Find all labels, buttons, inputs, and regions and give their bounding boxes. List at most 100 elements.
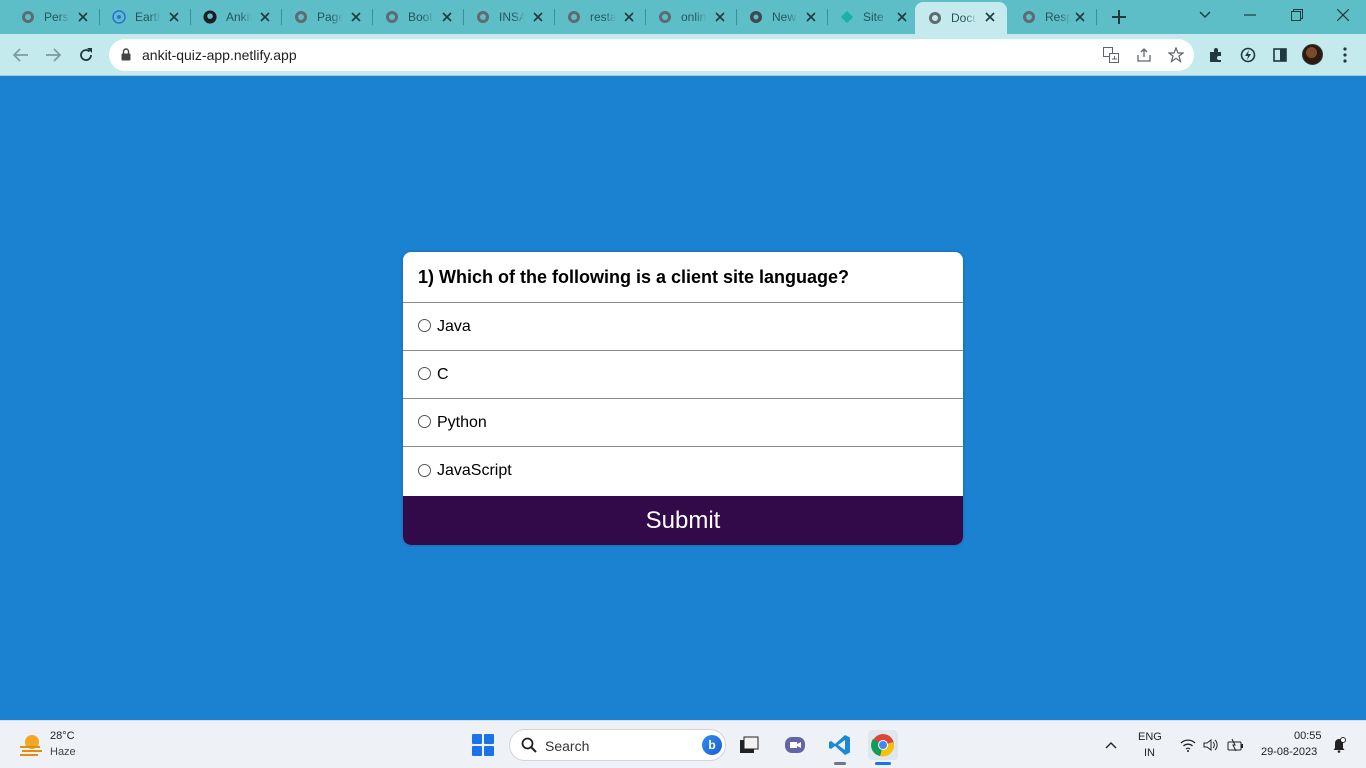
option-label[interactable]: JavaScript: [437, 462, 512, 480]
close-icon[interactable]: [713, 10, 727, 24]
option-python[interactable]: Python: [403, 399, 963, 447]
globe-icon: [658, 10, 672, 24]
input-language[interactable]: ENG: [1138, 731, 1162, 743]
globe-icon: [21, 10, 35, 24]
task-view-icon[interactable]: [734, 730, 764, 760]
tab-search-chevron-icon[interactable]: [1193, 4, 1217, 26]
globe-icon: [294, 10, 308, 24]
close-icon[interactable]: [167, 10, 181, 24]
tab-title: Docu: [951, 11, 977, 25]
tab-resta[interactable]: resta: [546, 0, 646, 34]
globe-icon: [385, 10, 399, 24]
close-icon[interactable]: [983, 10, 997, 24]
earth-engine-icon: [112, 10, 126, 24]
github-icon: [203, 10, 217, 24]
quiz-card: 1) Which of the following is a client si…: [403, 252, 963, 545]
option-label[interactable]: Python: [437, 414, 487, 432]
kebab-menu-icon[interactable]: [1335, 45, 1355, 65]
option-javascript[interactable]: JavaScript: [403, 447, 963, 495]
radio-button[interactable]: [418, 367, 431, 380]
tab-site[interactable]: Site: [819, 0, 919, 34]
chrome-icon[interactable]: [868, 730, 898, 765]
close-icon[interactable]: [895, 10, 909, 24]
wifi-icon[interactable]: [1180, 737, 1196, 753]
weather-temp[interactable]: 28°C: [50, 730, 75, 742]
question-text: 1) Which of the following is a client si…: [403, 252, 963, 303]
new-tab-button[interactable]: [1110, 8, 1128, 26]
close-icon[interactable]: [349, 10, 363, 24]
windows-start-icon[interactable]: [472, 734, 494, 756]
option-label[interactable]: C: [437, 366, 449, 384]
reload-icon[interactable]: [76, 45, 96, 65]
volume-icon[interactable]: [1203, 737, 1219, 753]
option-label[interactable]: Java: [437, 318, 471, 336]
chevron-up-icon[interactable]: [1103, 737, 1119, 753]
tab-title: Resp: [1045, 10, 1071, 24]
haze-weather-icon[interactable]: [18, 732, 44, 758]
radio-button[interactable]: [418, 415, 431, 428]
clock-time[interactable]: 00:55: [1294, 730, 1322, 742]
forward-arrow-icon[interactable]: [43, 45, 63, 65]
close-icon[interactable]: [76, 10, 90, 24]
performance-icon[interactable]: [1238, 45, 1258, 65]
battery-icon[interactable]: [1227, 737, 1243, 753]
globe-icon: [1022, 10, 1036, 24]
option-java[interactable]: Java: [403, 303, 963, 351]
clock-date[interactable]: 29-08-2023: [1261, 746, 1317, 758]
close-window-icon[interactable]: [1331, 4, 1355, 26]
close-icon[interactable]: [258, 10, 272, 24]
vscode-icon[interactable]: [825, 730, 855, 765]
close-icon[interactable]: [622, 10, 636, 24]
back-arrow-icon[interactable]: [11, 45, 31, 65]
bookmark-star-icon[interactable]: [1168, 47, 1184, 63]
minimize-icon[interactable]: [1238, 4, 1262, 26]
tab-boot[interactable]: Boot: [364, 0, 464, 34]
tab-ankit[interactable]: Ankit: [182, 0, 282, 34]
tab-perso[interactable]: Perso: [0, 0, 100, 34]
bing-icon[interactable]: b: [702, 735, 722, 755]
tab-title: Perso: [44, 10, 70, 24]
search-icon: [521, 737, 537, 758]
close-icon[interactable]: [804, 10, 818, 24]
tab-title: Boot: [408, 10, 433, 24]
lock-icon[interactable]: [121, 48, 131, 66]
tab-earth[interactable]: Earth: [91, 0, 191, 34]
address-bar[interactable]: ankit-quiz-app.netlify.app: [109, 39, 1194, 71]
teams-chat-icon[interactable]: [780, 730, 810, 760]
chrome-icon: [749, 10, 763, 24]
option-c[interactable]: C: [403, 351, 963, 399]
restore-icon[interactable]: [1285, 4, 1309, 26]
tab-docu-active[interactable]: Docu: [915, 2, 1007, 34]
translate-icon[interactable]: [1103, 47, 1119, 63]
tab-onlin[interactable]: onlin: [637, 0, 737, 34]
taskbar-search[interactable]: Search b: [509, 729, 726, 761]
close-icon[interactable]: [1073, 10, 1087, 24]
windows-taskbar: 28°C Haze Search b ENG IN 00:55 29-08-20…: [0, 720, 1366, 768]
profile-avatar[interactable]: [1302, 44, 1323, 65]
radio-button[interactable]: [418, 463, 431, 477]
close-icon[interactable]: [531, 10, 545, 24]
running-indicator: [834, 762, 846, 765]
radio-button[interactable]: [418, 319, 431, 332]
weather-desc[interactable]: Haze: [50, 746, 76, 758]
tab-page[interactable]: Page: [273, 0, 373, 34]
input-region[interactable]: IN: [1144, 747, 1155, 759]
tab-resp[interactable]: Resp: [1001, 0, 1097, 34]
globe-icon: [928, 11, 942, 25]
share-icon[interactable]: [1136, 47, 1152, 63]
notification-icon[interactable]: [1331, 737, 1347, 753]
search-placeholder[interactable]: Search: [545, 738, 589, 754]
close-icon[interactable]: [440, 10, 454, 24]
netlify-icon: [840, 10, 854, 24]
extensions-puzzle-icon[interactable]: [1206, 45, 1226, 65]
tab-title: Site: [863, 10, 884, 24]
tab-new[interactable]: New: [728, 0, 828, 34]
tab-insa[interactable]: INSA: [455, 0, 555, 34]
tab-title: Page: [317, 10, 343, 24]
submit-button[interactable]: Submit: [403, 496, 963, 545]
tab-title: INSA: [499, 10, 525, 24]
side-panel-icon[interactable]: [1270, 45, 1290, 65]
url-text[interactable]: ankit-quiz-app.netlify.app: [142, 47, 297, 63]
tab-strip: Perso Earth Ankit Page Boot INSA resta: [0, 0, 1366, 34]
tab-title: Ankit: [226, 10, 252, 24]
